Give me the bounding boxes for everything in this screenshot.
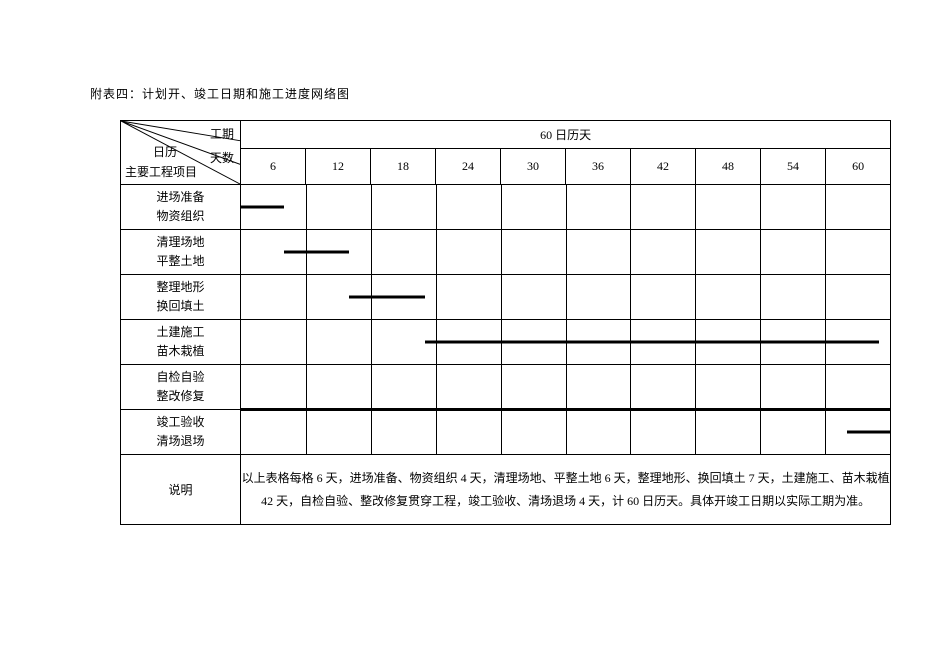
- corner-label-projects: 主要工程项目: [125, 163, 197, 180]
- table-row: 说明 以上表格每格 6 天，进场准备、物资组织 4 天，清理场地、平整土地 6 …: [121, 455, 891, 525]
- day-tick: 36: [566, 149, 631, 185]
- gantt-row: [241, 365, 890, 409]
- day-tick: 18: [371, 149, 436, 185]
- corner-label-days: 天数: [210, 149, 234, 166]
- task-label: 土建施工苗木栽植: [121, 320, 241, 365]
- task-label: 整理地形换回填土: [121, 275, 241, 320]
- day-tick: 42: [631, 149, 696, 185]
- gantt-row: [241, 320, 890, 364]
- gantt-row: [241, 230, 890, 274]
- page-title: 附表四：计划开、竣工日期和施工进度网络图: [90, 85, 890, 102]
- day-tick: 48: [696, 149, 761, 185]
- gantt-bar: [284, 251, 349, 254]
- day-tick: 12: [306, 149, 371, 185]
- table-row: 土建施工苗木栽植: [121, 320, 891, 365]
- day-tick: 30: [501, 149, 566, 185]
- gantt-row: [241, 185, 890, 229]
- day-tick: 24: [436, 149, 501, 185]
- day-tick: 54: [761, 149, 826, 185]
- gantt-bar: [349, 296, 425, 299]
- table-row: 自检自验整改修复: [121, 365, 891, 410]
- table-row: 整理地形换回填土: [121, 275, 891, 320]
- task-label: 进场准备物资组织: [121, 185, 241, 230]
- gantt-row: [241, 275, 890, 319]
- table-row: 竣工验收清场退场: [121, 410, 891, 455]
- desc-text: 以上表格每格 6 天，进场准备、物资组织 4 天，清理场地、平整土地 6 天，整…: [241, 455, 891, 525]
- gantt-chart: 工期 日历 天数 主要工程项目 60 日历天 6 12 18 24 30 36 …: [120, 120, 890, 525]
- corner-label-duration: 工期: [210, 125, 234, 142]
- task-label: 自检自验整改修复: [121, 365, 241, 410]
- gantt-bar: [425, 341, 879, 344]
- desc-label: 说明: [121, 455, 241, 525]
- day-tick: 6: [241, 149, 306, 185]
- table-row: 进场准备物资组织: [121, 185, 891, 230]
- table-row: 清理场地平整土地: [121, 230, 891, 275]
- header-span: 60 日历天: [241, 121, 891, 149]
- header-corner: 工期 日历 天数 主要工程项目: [121, 121, 241, 185]
- gantt-row: [241, 410, 890, 454]
- corner-label-calendar: 日历: [153, 143, 177, 160]
- task-label: 竣工验收清场退场: [121, 410, 241, 455]
- gantt-bar: [241, 206, 284, 209]
- gantt-bar: [847, 431, 890, 434]
- day-tick: 60: [826, 149, 891, 185]
- task-label: 清理场地平整土地: [121, 230, 241, 275]
